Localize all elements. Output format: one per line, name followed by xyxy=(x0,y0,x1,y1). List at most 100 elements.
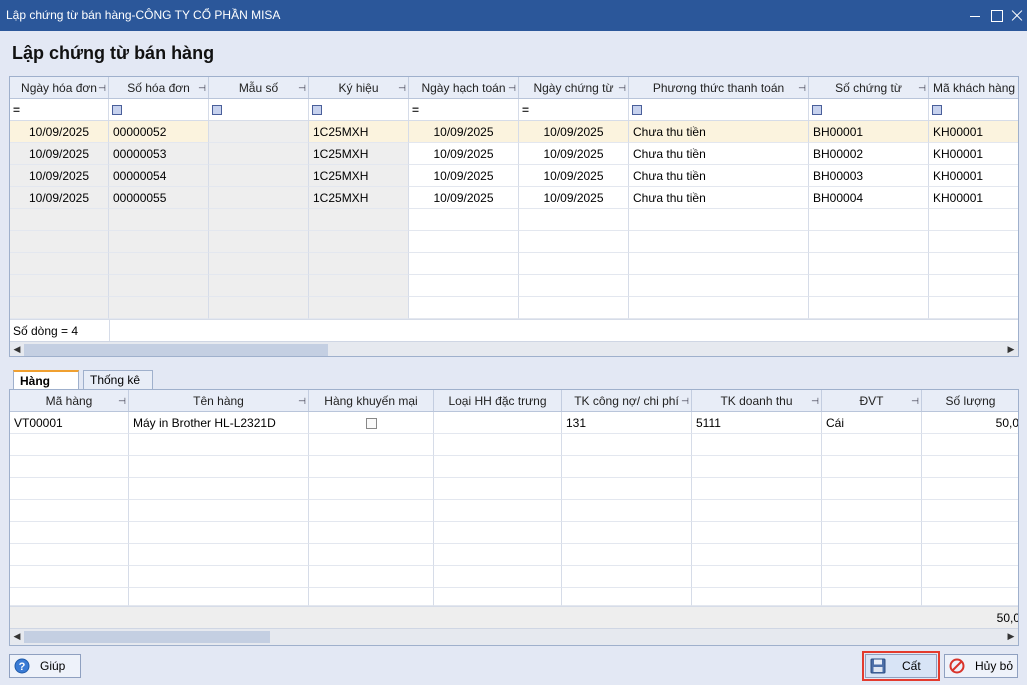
cell-posting-date[interactable]: 10/09/2025 xyxy=(409,143,519,165)
cancel-button[interactable]: Hủy bỏ xyxy=(944,654,1018,678)
col-header-unit[interactable]: ĐVT ⊣ xyxy=(822,390,922,411)
filter-cell[interactable]: = xyxy=(519,99,629,120)
filter-cell[interactable] xyxy=(209,99,309,120)
invoice-horizontal-scrollbar[interactable]: ◀ ▶ xyxy=(10,341,1018,356)
cell-template[interactable] xyxy=(209,165,309,187)
invoice-row[interactable]: 10/09/2025 00000055 1C25MXH 10/09/2025 10/09… xyxy=(10,187,1018,209)
scroll-right-icon[interactable]: ▶ xyxy=(1005,344,1017,355)
pin-icon[interactable]: ⊣ xyxy=(681,390,689,411)
pin-icon[interactable]: ⊣ xyxy=(298,390,306,411)
col-header-item-code[interactable]: Mã hàng ⊣ xyxy=(10,390,129,411)
pin-icon[interactable]: ⊣ xyxy=(118,390,126,411)
cell-customer-code[interactable]: KH00001 xyxy=(929,187,1018,209)
cell-item-name[interactable]: Máy in Brother HL-L2321D xyxy=(129,412,309,434)
col-header-invoice-date[interactable]: Ngày hóa đơn ⊣ xyxy=(10,77,109,98)
cell-invoice-no[interactable]: 00000054 xyxy=(109,165,209,187)
cell-unit[interactable]: Cái xyxy=(822,412,922,434)
invoice-row[interactable]: 10/09/2025 00000053 1C25MXH 10/09/2025 10/09… xyxy=(10,143,1018,165)
cell-customer-code[interactable]: KH00001 xyxy=(929,121,1018,143)
col-header-template[interactable]: Mẫu số ⊣ xyxy=(209,77,309,98)
cell-posting-date[interactable]: 10/09/2025 xyxy=(409,187,519,209)
col-header-debt-account[interactable]: TK công nợ/ chi phí ⊣ xyxy=(562,390,692,411)
col-header-payment-method[interactable]: Phương thức thanh toán ⊣ xyxy=(629,77,809,98)
invoice-row[interactable]: 10/09/2025 00000052 1C25MXH 10/09/2025 10/09… xyxy=(10,121,1018,143)
cell-invoice-date[interactable]: 10/09/2025 xyxy=(10,143,109,165)
cell-symbol[interactable]: 1C25MXH xyxy=(309,143,409,165)
col-header-customer-code[interactable]: Mã khách hàng xyxy=(929,77,1018,98)
cell-invoice-date[interactable]: 10/09/2025 xyxy=(10,121,109,143)
cell-voucher-date[interactable]: 10/09/2025 xyxy=(519,143,629,165)
cell-posting-date[interactable]: 10/09/2025 xyxy=(409,165,519,187)
col-header-invoice-no[interactable]: Số hóa đơn ⊣ xyxy=(109,77,209,98)
filter-cell[interactable] xyxy=(629,99,809,120)
cell-voucher-no[interactable]: BH00003 xyxy=(809,165,929,187)
cell-customer-code[interactable]: KH00001 xyxy=(929,165,1018,187)
filter-cell[interactable] xyxy=(309,99,409,120)
col-header-quantity[interactable]: Số lượng xyxy=(922,390,1018,411)
col-header-voucher-date[interactable]: Ngày chứng từ ⊣ xyxy=(519,77,629,98)
cell-payment-method[interactable]: Chưa thu tiền xyxy=(629,187,809,209)
col-header-special-type[interactable]: Loại HH đặc trưng xyxy=(434,390,562,411)
cell-template[interactable] xyxy=(209,121,309,143)
col-header-promotion[interactable]: Hàng khuyến mại xyxy=(309,390,434,411)
cell-invoice-no[interactable]: 00000053 xyxy=(109,143,209,165)
close-icon[interactable] xyxy=(1006,4,1027,26)
cell-voucher-no[interactable]: BH00004 xyxy=(809,187,929,209)
filter-cell[interactable] xyxy=(929,99,1018,120)
cell-invoice-no[interactable]: 00000052 xyxy=(109,121,209,143)
goods-horizontal-scrollbar[interactable]: ◀ ▶ xyxy=(10,628,1018,645)
cell-posting-date[interactable]: 10/09/2025 xyxy=(409,121,519,143)
cell-item-code[interactable]: VT00001 xyxy=(10,412,129,434)
cell-voucher-date[interactable]: 10/09/2025 xyxy=(519,165,629,187)
cell-symbol[interactable]: 1C25MXH xyxy=(309,165,409,187)
cell-voucher-no[interactable]: BH00002 xyxy=(809,143,929,165)
cell-voucher-no[interactable]: BH00001 xyxy=(809,121,929,143)
cell-voucher-date[interactable]: 10/09/2025 xyxy=(519,121,629,143)
cell-revenue-account[interactable]: 5111 xyxy=(692,412,822,434)
filter-cell[interactable]: = xyxy=(409,99,519,120)
maximize-icon[interactable] xyxy=(986,4,1008,26)
cell-invoice-date[interactable]: 10/09/2025 xyxy=(10,187,109,209)
invoice-row[interactable]: 10/09/2025 00000054 1C25MXH 10/09/2025 10/09… xyxy=(10,165,1018,187)
scroll-thumb[interactable] xyxy=(24,631,270,643)
pin-icon[interactable]: ⊣ xyxy=(508,77,516,98)
cell-voucher-date[interactable]: 10/09/2025 xyxy=(519,187,629,209)
col-header-voucher-no[interactable]: Số chứng từ ⊣ xyxy=(809,77,929,98)
col-header-item-name[interactable]: Tên hàng ⊣ xyxy=(129,390,309,411)
filter-cell[interactable] xyxy=(809,99,929,120)
cell-quantity[interactable]: 50,0 xyxy=(922,412,1018,434)
scroll-left-icon[interactable]: ◀ xyxy=(11,631,23,642)
cell-invoice-no[interactable]: 00000055 xyxy=(109,187,209,209)
pin-icon[interactable]: ⊣ xyxy=(811,390,819,411)
pin-icon[interactable]: ⊣ xyxy=(618,77,626,98)
cell-payment-method[interactable]: Chưa thu tiền xyxy=(629,143,809,165)
cell-payment-method[interactable]: Chưa thu tiền xyxy=(629,121,809,143)
tab-statistics[interactable]: Thống kê xyxy=(83,370,153,390)
filter-cell[interactable] xyxy=(109,99,209,120)
pin-icon[interactable]: ⊣ xyxy=(398,77,406,98)
promotion-checkbox[interactable] xyxy=(365,418,377,430)
cell-symbol[interactable]: 1C25MXH xyxy=(309,121,409,143)
cell-payment-method[interactable]: Chưa thu tiền xyxy=(629,165,809,187)
cell-template[interactable] xyxy=(209,187,309,209)
pin-icon[interactable]: ⊣ xyxy=(298,77,306,98)
tab-goods-money[interactable]: Hàng tiền xyxy=(13,370,79,406)
col-header-posting-date[interactable]: Ngày hạch toán ⊣ xyxy=(409,77,519,98)
cell-template[interactable] xyxy=(209,143,309,165)
cell-invoice-date[interactable]: 10/09/2025 xyxy=(10,165,109,187)
cell-customer-code[interactable]: KH00001 xyxy=(929,143,1018,165)
scroll-left-icon[interactable]: ◀ xyxy=(11,344,23,355)
help-button[interactable]: ? Giúp xyxy=(9,654,81,678)
pin-icon[interactable]: ⊣ xyxy=(98,77,106,98)
col-header-revenue-account[interactable]: TK doanh thu ⊣ xyxy=(692,390,822,411)
col-header-symbol[interactable]: Ký hiệu ⊣ xyxy=(309,77,409,98)
scroll-thumb[interactable] xyxy=(24,344,328,356)
minimize-icon[interactable] xyxy=(964,4,986,26)
goods-row[interactable]: VT00001 Máy in Brother HL-L2321D 131 511… xyxy=(10,412,1018,434)
cell-debt-account[interactable]: 131 xyxy=(562,412,692,434)
cell-symbol[interactable]: 1C25MXH xyxy=(309,187,409,209)
save-button[interactable]: Cất xyxy=(865,654,937,678)
pin-icon[interactable]: ⊣ xyxy=(798,77,806,98)
pin-icon[interactable]: ⊣ xyxy=(918,77,926,98)
filter-cell[interactable]: = xyxy=(10,99,109,120)
